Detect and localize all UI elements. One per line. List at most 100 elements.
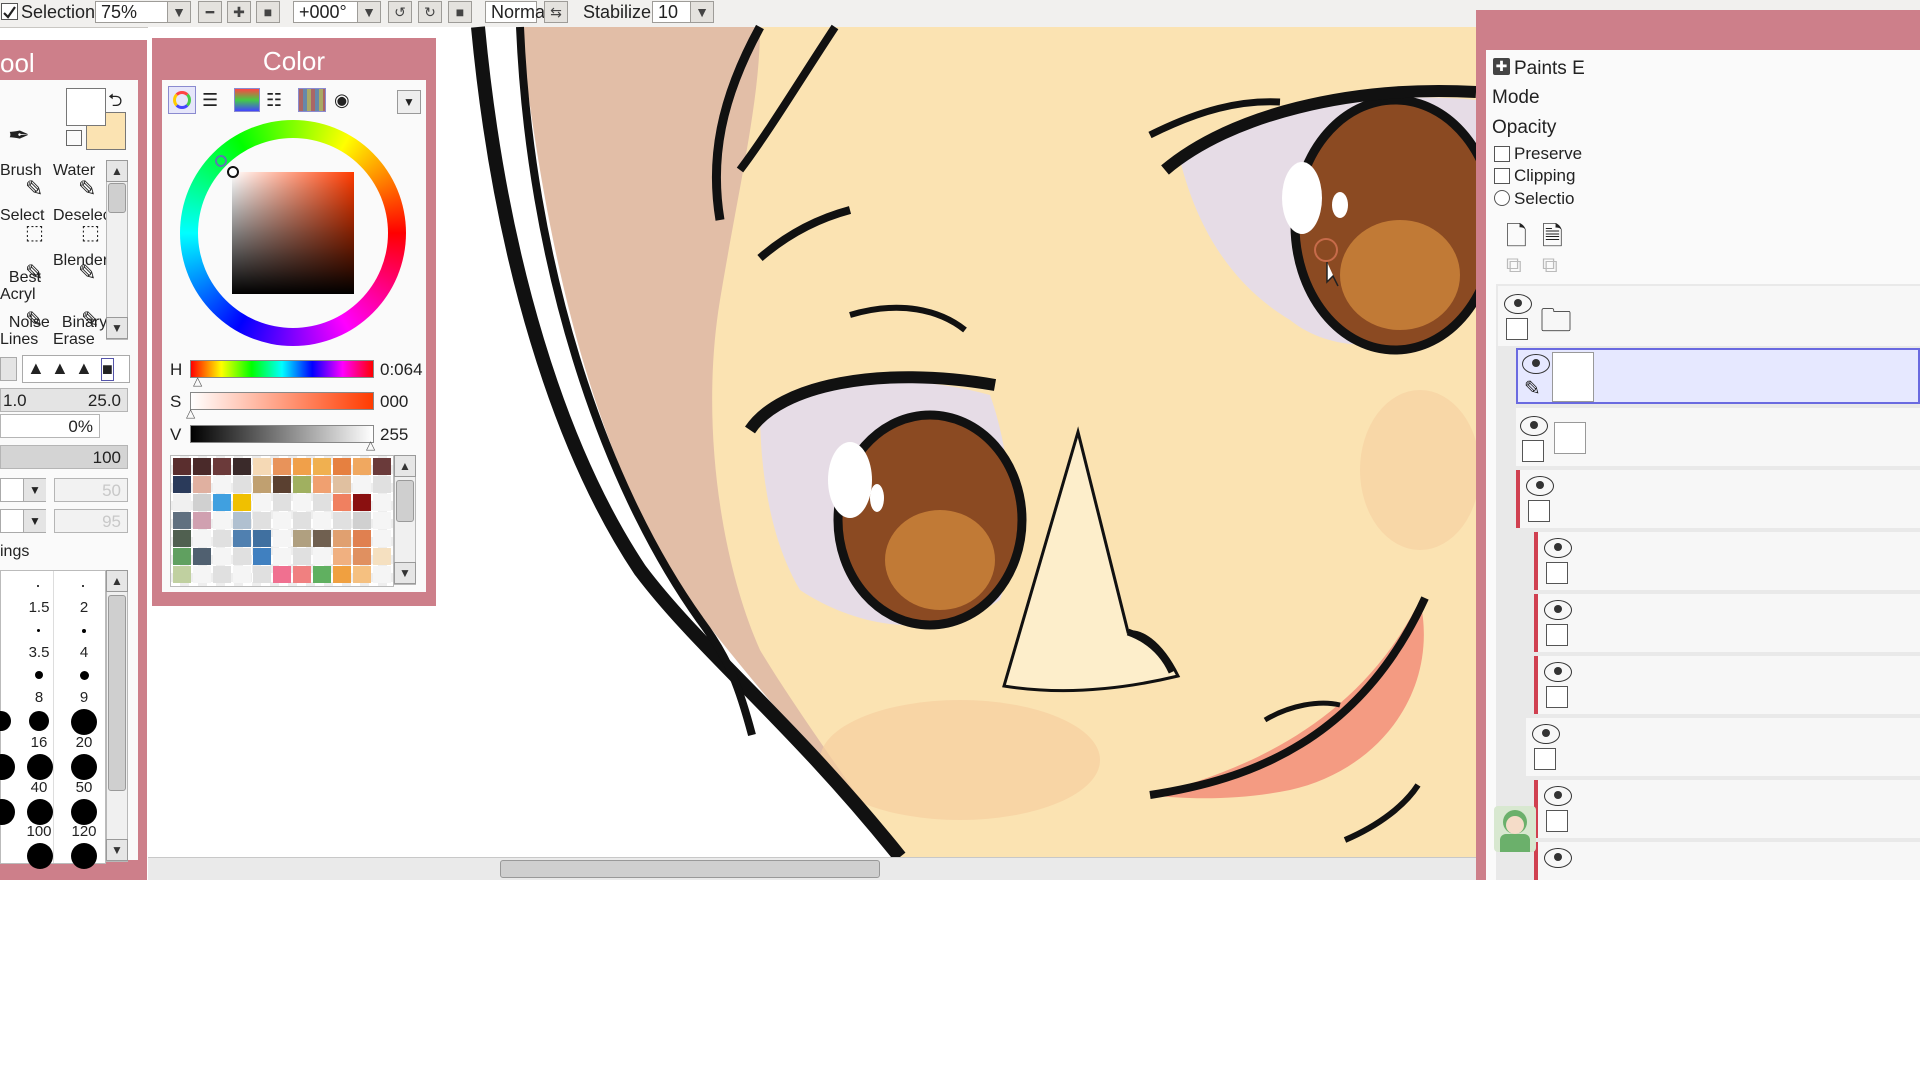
- color-swatch[interactable]: [253, 566, 271, 583]
- size-dot[interactable]: [71, 709, 97, 735]
- color-swatch[interactable]: [373, 458, 391, 475]
- color-swatch[interactable]: [293, 512, 311, 529]
- color-swatch[interactable]: [333, 548, 351, 565]
- size-label[interactable]: 120: [64, 823, 104, 840]
- layer-lock-checkbox[interactable]: [1546, 686, 1568, 708]
- rgb-sliders-tab[interactable]: ☰: [202, 90, 218, 111]
- color-swatch[interactable]: [313, 458, 331, 475]
- scroll-up-button[interactable]: ▲: [394, 455, 416, 477]
- color-swatch[interactable]: [173, 566, 191, 583]
- scratchpad-tab[interactable]: ◉: [334, 90, 350, 111]
- color-swatch[interactable]: [173, 548, 191, 565]
- eye-icon[interactable]: [1544, 848, 1572, 868]
- layer-row[interactable]: [1534, 780, 1920, 838]
- color-swatch[interactable]: [193, 548, 211, 565]
- layer-lock-checkbox[interactable]: [1546, 810, 1568, 832]
- hue-marker[interactable]: [215, 155, 227, 167]
- color-swatch[interactable]: [193, 566, 211, 583]
- color-swatch[interactable]: [233, 548, 251, 565]
- color-swatch[interactable]: [213, 494, 231, 511]
- color-swatch[interactable]: [313, 530, 331, 547]
- hue-slider[interactable]: [190, 360, 374, 378]
- color-swatch[interactable]: [333, 512, 351, 529]
- size-dot[interactable]: [27, 754, 53, 780]
- size-dot[interactable]: [0, 711, 11, 731]
- size-dot[interactable]: [37, 585, 39, 587]
- color-wheel-tab[interactable]: [168, 86, 196, 114]
- eye-icon[interactable]: [1520, 416, 1548, 436]
- clipping-group-checkbox[interactable]: [1494, 168, 1510, 184]
- color-swatch[interactable]: [313, 512, 331, 529]
- shape-medium-icon[interactable]: ▲: [51, 358, 69, 379]
- color-swatch[interactable]: [233, 458, 251, 475]
- color-swatch[interactable]: [213, 458, 231, 475]
- color-swatch[interactable]: [193, 476, 211, 493]
- shape-hard-icon[interactable]: ▲: [75, 358, 93, 379]
- color-swatch[interactable]: [373, 548, 391, 565]
- color-swatch[interactable]: [333, 494, 351, 511]
- color-swatch[interactable]: [233, 530, 251, 547]
- size-label[interactable]: 16: [19, 734, 59, 751]
- layer-row[interactable]: [1516, 470, 1920, 528]
- tool-scroll-thumb[interactable]: [108, 183, 126, 213]
- color-swatch[interactable]: [173, 530, 191, 547]
- saturation-slider[interactable]: [190, 392, 374, 410]
- size-dot[interactable]: [27, 843, 53, 869]
- saturation-slider-thumb[interactable]: △: [186, 406, 195, 420]
- effect-strength-field[interactable]: 95: [54, 509, 128, 533]
- size-label[interactable]: 50: [64, 779, 104, 796]
- eye-icon[interactable]: [1504, 294, 1532, 314]
- texture-dropdown[interactable]: ▼: [0, 478, 46, 502]
- layer-lock-checkbox[interactable]: [1534, 748, 1556, 770]
- plus-square-icon[interactable]: ✚: [1493, 58, 1510, 75]
- swatches-tab[interactable]: [298, 88, 326, 112]
- selection-source-radio[interactable]: [1494, 190, 1510, 206]
- brush-shape-selector[interactable]: ▲ ▲ ▲ ■: [22, 355, 130, 383]
- color-swatch[interactable]: [173, 512, 191, 529]
- color-swatch[interactable]: [213, 548, 231, 565]
- brush-size-field[interactable]: 1.0 25.0: [0, 388, 128, 412]
- layer-row[interactable]: [1534, 656, 1920, 714]
- canvas-horizontal-scrollbar[interactable]: [148, 857, 1476, 881]
- color-swatch[interactable]: [353, 476, 371, 493]
- color-bars-tab[interactable]: ☷: [266, 90, 282, 111]
- layer-row[interactable]: [1516, 408, 1920, 466]
- merge-layer-icon[interactable]: ⧉: [1542, 252, 1558, 278]
- layer-row[interactable]: [1534, 594, 1920, 652]
- shape-square-icon[interactable]: ■: [101, 358, 114, 381]
- color-swatch[interactable]: [273, 512, 291, 529]
- color-swatch[interactable]: [333, 458, 351, 475]
- size-label[interactable]: 20: [64, 734, 104, 751]
- effect-dropdown[interactable]: ▼: [0, 509, 46, 533]
- color-swatch[interactable]: [213, 512, 231, 529]
- shape-soft-icon[interactable]: ▲: [27, 358, 45, 379]
- texture-strength-field[interactable]: 50: [54, 478, 128, 502]
- color-swatch[interactable]: [293, 458, 311, 475]
- tool-list-scrollbar[interactable]: ▲ ▼: [106, 160, 128, 340]
- color-swatch[interactable]: [333, 476, 351, 493]
- layer-row[interactable]: [1534, 532, 1920, 590]
- color-swatch[interactable]: [253, 458, 271, 475]
- color-swatch[interactable]: [313, 566, 331, 583]
- color-swatch[interactable]: [193, 494, 211, 511]
- reset-colors-icon[interactable]: [66, 130, 82, 146]
- scroll-down-button[interactable]: ▼: [394, 562, 416, 584]
- color-swatch[interactable]: [333, 566, 351, 583]
- eye-icon[interactable]: [1526, 476, 1554, 496]
- saturation-value-square[interactable]: [232, 172, 354, 294]
- size-dot[interactable]: [82, 629, 86, 633]
- eye-icon[interactable]: [1544, 538, 1572, 558]
- value-slider[interactable]: [190, 425, 374, 443]
- eye-icon[interactable]: [1544, 600, 1572, 620]
- size-label[interactable]: 8: [19, 689, 59, 706]
- copy-layer-icon[interactable]: ⧉: [1506, 252, 1522, 278]
- color-swatch[interactable]: [253, 512, 271, 529]
- brush-size-scroll-thumb[interactable]: [108, 595, 126, 791]
- scroll-down-button[interactable]: ▼: [106, 839, 128, 861]
- eyedropper-icon[interactable]: ✒: [8, 120, 30, 151]
- size-dot[interactable]: [0, 799, 15, 825]
- color-swatch[interactable]: [293, 494, 311, 511]
- swatch-scrollbar[interactable]: ▲ ▼: [394, 455, 416, 585]
- value-slider-thumb[interactable]: △: [366, 438, 375, 452]
- color-swatch[interactable]: [353, 530, 371, 547]
